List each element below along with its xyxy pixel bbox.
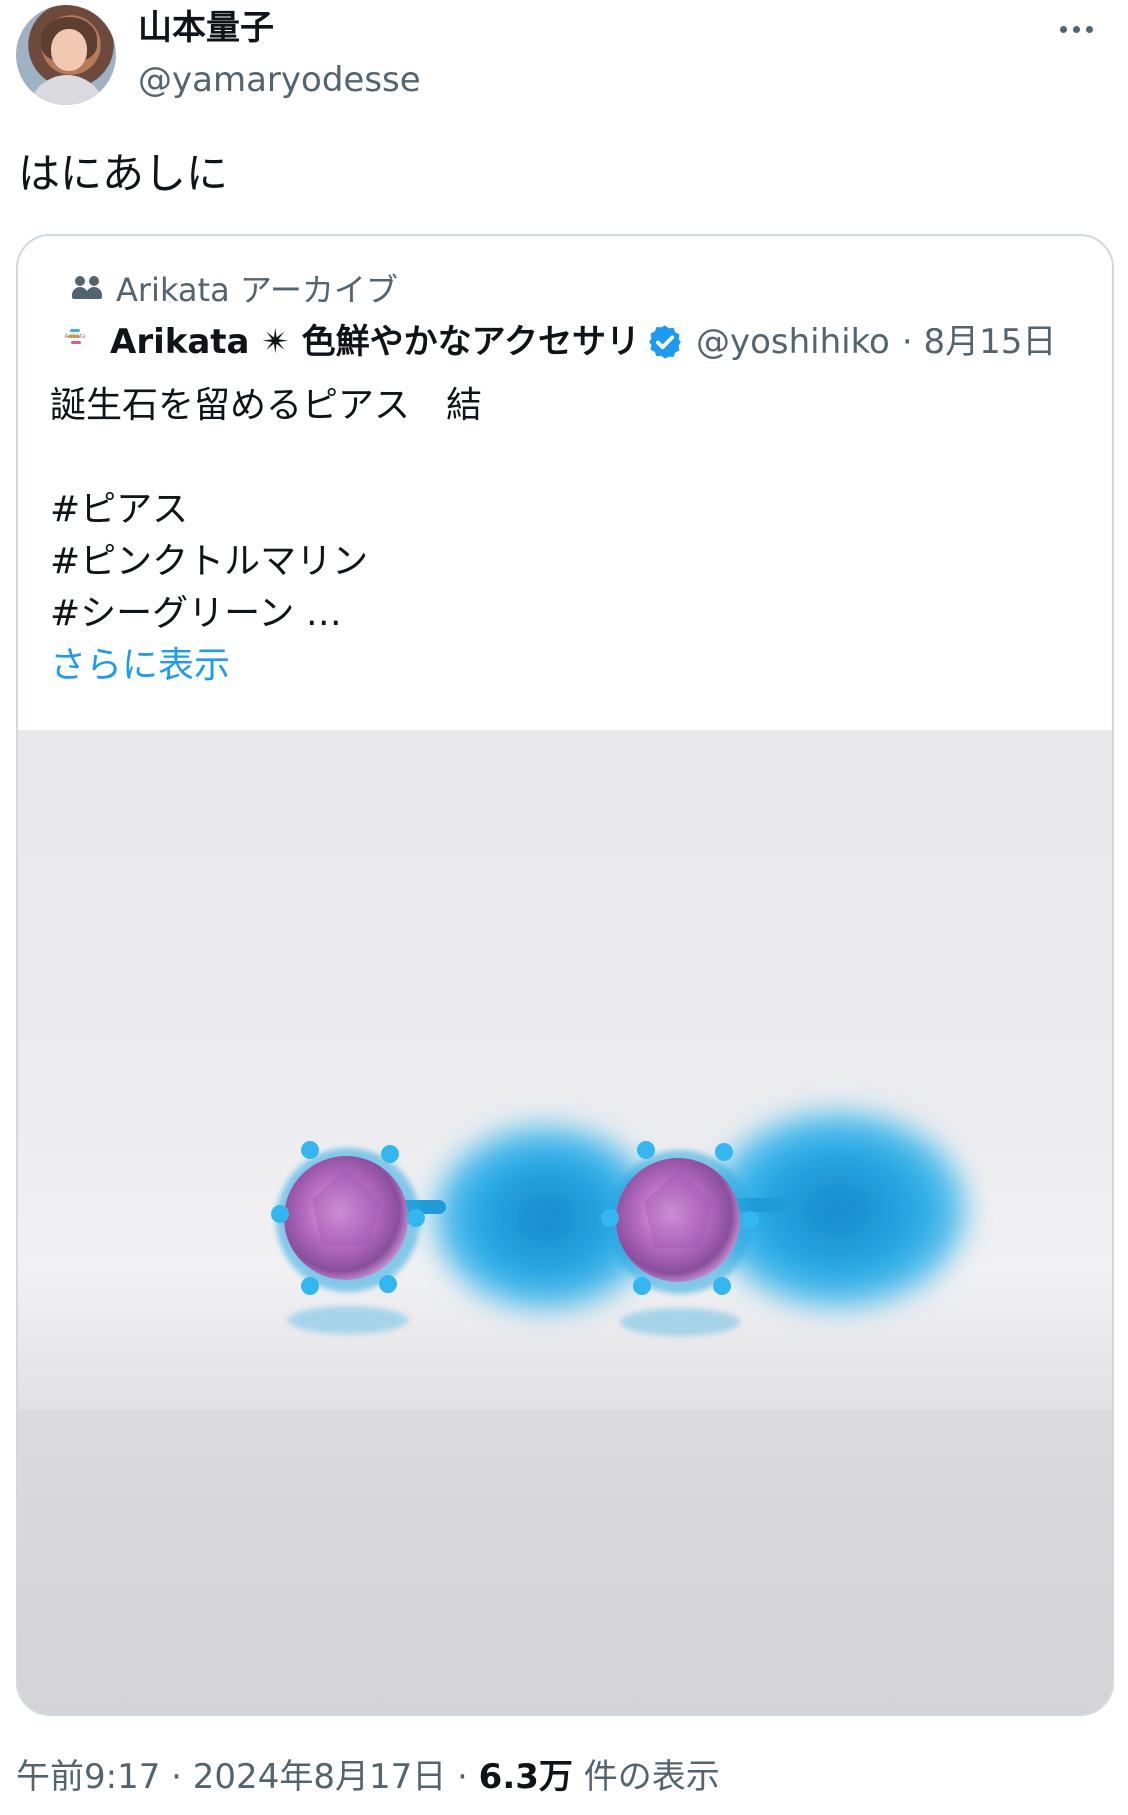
quote-author-name[interactable]: Arikata ✴ 色鮮やかなアクセサリ bbox=[110, 318, 640, 366]
earrings-photo[interactable] bbox=[18, 730, 1112, 1714]
reflection bbox=[288, 1306, 740, 1336]
more-options-button[interactable] bbox=[1052, 14, 1100, 44]
more-dot-icon bbox=[1085, 25, 1093, 33]
community-label[interactable]: Arikata アーカイブ bbox=[72, 266, 398, 310]
arikata-logo[interactable]: Arikata bbox=[52, 319, 98, 365]
quote-body-text: 誕生石を留めるピアス 結 #ピアス #ピンクトルマリン #シーグリーン … bbox=[50, 385, 483, 634]
author-display-name[interactable]: 山本量子 bbox=[138, 6, 274, 50]
verified-badge-icon bbox=[649, 325, 681, 359]
tweet-meta: 午前9:17 · 2024年8月17日 · 6.3万 件の表示 bbox=[16, 1752, 720, 1802]
show-more-link[interactable]: さらに表示 bbox=[50, 640, 230, 692]
earring-left bbox=[271, 1141, 446, 1295]
quote-date[interactable]: · 8月15日 bbox=[902, 318, 1057, 366]
quote-header: Arikata Arikata ✴ 色鮮やかなアクセサリ @yoshihiko … bbox=[52, 318, 1102, 366]
tweet-text: はにあしに bbox=[18, 149, 229, 198]
avatar-face bbox=[51, 29, 87, 71]
community-icon bbox=[72, 274, 106, 302]
tweet-date[interactable]: 2024年8月17日 bbox=[193, 1757, 446, 1797]
separator-dot: · bbox=[171, 1757, 193, 1797]
avatar-shoulder bbox=[28, 75, 106, 105]
logo-text: Arikata bbox=[64, 333, 86, 340]
author-handle[interactable]: @yamaryodesse bbox=[138, 58, 421, 102]
views-label: 件の表示 bbox=[583, 1757, 720, 1797]
views-count[interactable]: 6.3万 bbox=[479, 1757, 573, 1797]
more-dot-icon bbox=[1072, 25, 1080, 33]
community-name: Arikata アーカイブ bbox=[116, 271, 398, 309]
author-avatar[interactable] bbox=[16, 5, 116, 105]
separator-dot: · bbox=[457, 1757, 479, 1797]
more-dot-icon bbox=[1059, 25, 1067, 33]
tweet-time[interactable]: 午前9:17 bbox=[16, 1757, 160, 1797]
quoted-tweet-card[interactable]: Arikata アーカイブ Arikata Arikata ✴ 色鮮やかなアクセ… bbox=[16, 234, 1114, 1716]
quote-author-handle[interactable]: @yoshihiko bbox=[696, 318, 890, 366]
